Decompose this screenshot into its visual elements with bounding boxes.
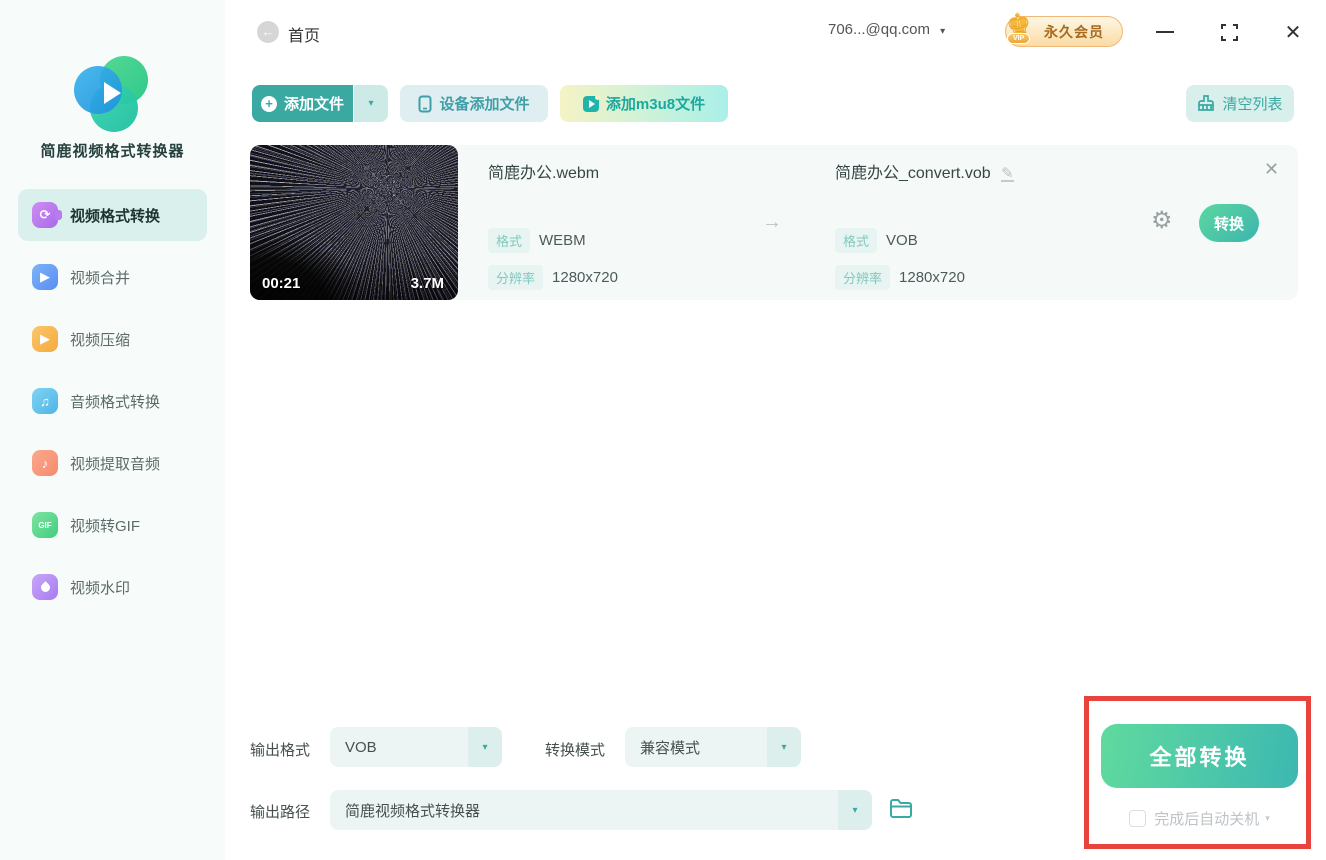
vip-membership-badge[interactable]: ♚ VIP 永久会员 <box>1004 6 1123 47</box>
folder-icon <box>890 799 912 818</box>
sidebar-item-video-merge[interactable]: ▶ 视频合并 <box>18 251 207 303</box>
crown-icon: ♚ VIP <box>1003 6 1034 44</box>
resolution-tag: 分辨率 <box>835 265 891 290</box>
sidebar-item-label: 视频格式转换 <box>70 207 161 225</box>
maximize-button[interactable] <box>1217 20 1241 44</box>
video-watermark-icon <box>32 574 58 600</box>
convert-mode-value: 兼容模式 <box>640 739 701 757</box>
back-button[interactable]: ← <box>257 21 279 43</box>
add-m3u8-button[interactable]: 添加m3u8文件 <box>560 85 728 122</box>
sidebar-item-extract-audio[interactable]: ♪ 视频提取音频 <box>18 437 207 489</box>
sidebar-nav: ⟳ 视频格式转换 ▶ 视频合并 ▶ 视频压缩 ♫ 音频格式转换 ♪ 视频提取音频… <box>0 189 225 623</box>
account-email: 706...@qq.com <box>828 21 930 38</box>
auto-shutdown-label: 完成后自动关机 <box>1154 811 1260 828</box>
add-file-label: 添加文件 <box>283 96 344 113</box>
sidebar-item-label: 视频压缩 <box>70 331 131 349</box>
sidebar-item-label: 视频提取音频 <box>70 455 161 473</box>
convert-all-button[interactable]: 全部转换 <box>1101 724 1298 788</box>
phone-icon <box>418 95 432 113</box>
output-path-value: 简鹿视频格式转换器 <box>345 802 481 820</box>
convert-item-button[interactable]: 转换 <box>1199 204 1259 242</box>
sidebar-item-video-to-gif[interactable]: GIF 视频转GIF <box>18 499 207 551</box>
add-file-dropdown-button[interactable]: ▾ <box>354 85 388 122</box>
target-resolution-value: 1280x720 <box>899 269 965 286</box>
app-logo-icon <box>74 56 152 134</box>
sidebar-item-video-format-convert[interactable]: ⟳ 视频格式转换 <box>18 189 207 241</box>
video-file-icon <box>582 94 600 112</box>
sidebar-item-label: 音频格式转换 <box>70 393 161 411</box>
add-file-button[interactable]: + 添加文件 <box>252 85 353 122</box>
sidebar-item-video-compress[interactable]: ▶ 视频压缩 <box>18 313 207 365</box>
video-duration: 00:21 <box>262 275 301 292</box>
plus-icon: + <box>260 95 277 112</box>
fullscreen-icon <box>1220 23 1238 41</box>
remove-item-icon[interactable]: ✕ <box>1264 159 1279 180</box>
add-m3u8-label: 添加m3u8文件 <box>605 96 706 113</box>
chevron-down-icon: ▾ <box>838 790 872 830</box>
target-format-value: VOB <box>886 232 918 249</box>
target-filename-row: 简鹿办公_convert.vob ✎ <box>835 159 1014 183</box>
sidebar-item-label: 视频转GIF <box>70 517 140 535</box>
target-filename: 简鹿办公_convert.vob <box>835 165 991 182</box>
source-filename: 简鹿办公.webm <box>488 165 600 182</box>
account-dropdown[interactable]: 706...@qq.com ▾ <box>828 21 978 38</box>
output-format-label: 输出格式 <box>250 742 311 759</box>
format-tag: 格式 <box>835 228 878 253</box>
browse-folder-button[interactable] <box>889 798 913 819</box>
resolution-tag: 分辨率 <box>488 265 544 290</box>
output-path-select[interactable]: 简鹿视频格式转换器 ▾ <box>330 790 872 830</box>
audio-format-convert-icon: ♫ <box>32 388 58 414</box>
chevron-down-icon: ▾ <box>767 727 801 767</box>
output-path-label: 输出路径 <box>250 804 311 821</box>
video-filesize: 3.7M <box>410 275 444 292</box>
chevron-down-icon: ▾ <box>940 26 946 37</box>
clear-list-label: 清空列表 <box>1222 96 1283 113</box>
extract-audio-icon: ♪ <box>32 450 58 476</box>
add-from-device-label: 设备添加文件 <box>439 96 530 113</box>
video-format-convert-icon: ⟳ <box>32 202 62 228</box>
add-from-device-button[interactable]: 设备添加文件 <box>400 85 548 122</box>
app-title: 简鹿视频格式转换器 <box>40 143 185 160</box>
arrow-right-icon: → <box>762 211 782 233</box>
app-window: 简鹿视频格式转换器 ⟳ 视频格式转换 ▶ 视频合并 ▶ 视频压缩 ♫ 音频格式转… <box>0 0 1326 860</box>
sidebar-item-label: 视频合并 <box>70 269 131 287</box>
source-format-value: WEBM <box>539 232 586 249</box>
convert-mode-label: 转换模式 <box>545 742 606 759</box>
chevron-down-icon[interactable]: ▾ <box>1265 813 1270 824</box>
sidebar: 简鹿视频格式转换器 ⟳ 视频格式转换 ▶ 视频合并 ▶ 视频压缩 ♫ 音频格式转… <box>0 0 225 860</box>
source-resolution-value: 1280x720 <box>552 269 618 286</box>
clear-list-button[interactable]: 清空列表 <box>1186 85 1294 122</box>
video-to-gif-icon: GIF <box>32 512 58 538</box>
broom-icon <box>1197 95 1215 112</box>
chevron-down-icon: ▾ <box>468 727 502 767</box>
convert-mode-select[interactable]: 兼容模式 ▾ <box>625 727 801 767</box>
auto-shutdown-option[interactable]: 完成后自动关机 ▾ <box>1101 808 1298 829</box>
item-settings-gear-icon[interactable]: ⚙ <box>1151 209 1173 233</box>
video-compress-icon: ▶ <box>32 326 58 352</box>
vip-label: 永久会员 <box>1044 23 1104 40</box>
play-icon <box>104 82 121 104</box>
file-list-item: 00:21 3.7M 简鹿办公.webm 格式 WEBM 分辨率 1280x72… <box>250 145 1298 300</box>
output-format-value: VOB <box>345 738 377 756</box>
format-tag: 格式 <box>488 228 531 253</box>
edit-filename-icon[interactable]: ✎ <box>1001 166 1014 182</box>
auto-shutdown-checkbox[interactable] <box>1129 810 1147 827</box>
home-breadcrumb: 首页 <box>288 28 321 45</box>
minimize-button[interactable] <box>1153 20 1177 44</box>
output-format-select[interactable]: VOB ▾ <box>330 727 502 767</box>
sidebar-item-label: 视频水印 <box>70 579 131 597</box>
video-merge-icon: ▶ <box>32 264 58 290</box>
close-button[interactable]: ✕ <box>1281 20 1305 44</box>
sidebar-item-video-watermark[interactable]: 视频水印 <box>18 561 207 613</box>
sidebar-item-audio-format-convert[interactable]: ♫ 音频格式转换 <box>18 375 207 427</box>
video-thumbnail[interactable]: 00:21 3.7M <box>250 145 458 300</box>
